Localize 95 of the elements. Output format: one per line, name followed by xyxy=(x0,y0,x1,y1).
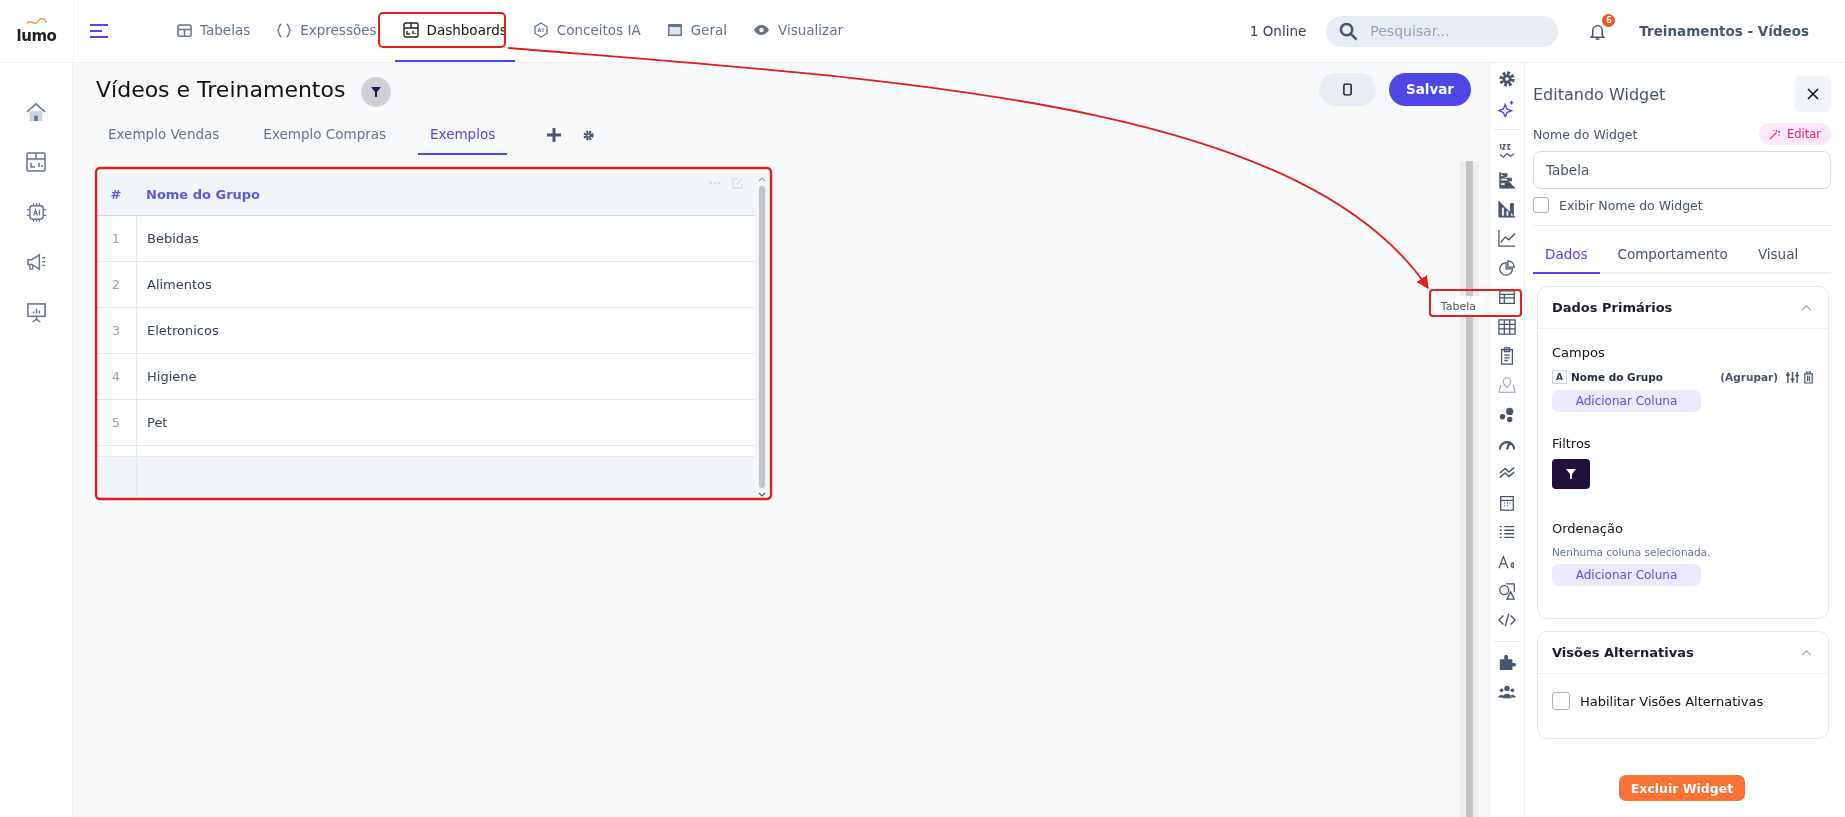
nav-tab[interactable]: Geral xyxy=(658,0,735,62)
table-cell-text: Higiene xyxy=(146,368,198,386)
field-label: Nome do Widget xyxy=(1533,126,1638,142)
funnel-icon xyxy=(371,87,382,97)
table-icon[interactable] xyxy=(1498,288,1516,307)
dashboard-tab[interactable]: Exemplo Vendas xyxy=(96,115,232,155)
section-label: Filtros xyxy=(1552,436,1591,451)
trash-icon[interactable] xyxy=(1803,370,1814,384)
clipboard-icon[interactable] xyxy=(1498,346,1516,365)
bar-chart-icon[interactable] xyxy=(1498,199,1516,218)
table-cell-text: Bebidas xyxy=(146,230,200,248)
input-field[interactable]: Tabela xyxy=(1533,151,1831,189)
magic-wand-icon xyxy=(1768,128,1780,140)
column-header: # xyxy=(109,185,123,204)
panel-tab[interactable]: Comportamento xyxy=(1605,246,1740,274)
delete-widget-button[interactable]: Excluir Widget xyxy=(1618,775,1746,801)
row-number: 4 xyxy=(96,354,137,399)
phone-icon xyxy=(1343,82,1352,96)
close-button[interactable] xyxy=(1795,76,1831,112)
row-number: 5 xyxy=(96,400,137,445)
ai-chip-icon[interactable] xyxy=(25,202,47,223)
section-title: Dados Primários xyxy=(1552,300,1673,315)
dashboard-tab[interactable]: Exemplos xyxy=(418,115,508,155)
row-number: 1 xyxy=(96,216,137,261)
panel-tab[interactable]: Visual xyxy=(1745,246,1811,274)
online-count: 1 Online xyxy=(1249,23,1307,39)
row-number: 2 xyxy=(96,262,137,307)
line-chart-icon[interactable] xyxy=(1498,229,1516,248)
section-title: Visões Alternativas xyxy=(1552,645,1694,660)
presentation-icon[interactable] xyxy=(25,302,47,323)
logo-wave-icon xyxy=(25,17,48,27)
field-mode[interactable]: (Agrupar) xyxy=(1720,371,1778,383)
table-cell-text: Pet xyxy=(146,414,169,432)
edit-button[interactable]: Editar xyxy=(1758,123,1831,145)
section-label: Campos xyxy=(1552,345,1605,360)
nav-tab[interactable]: Expressões xyxy=(268,0,385,62)
field-type-badge: A xyxy=(1552,370,1567,384)
grid-table-icon[interactable] xyxy=(1498,317,1516,336)
filter-button[interactable] xyxy=(361,77,392,107)
table-cell-text: Alimentos xyxy=(146,276,213,294)
panel-title: Editando Widget xyxy=(1533,84,1666,104)
table-icon xyxy=(177,22,192,38)
mobile-view-button[interactable] xyxy=(1319,72,1376,106)
text-icon[interactable] xyxy=(1498,552,1516,571)
nav-tab[interactable]: Visualizar xyxy=(745,0,851,62)
checkbox[interactable] xyxy=(1533,197,1549,213)
nav-tab[interactable]: Dashboards xyxy=(394,0,515,62)
row-number: 3 xyxy=(96,308,137,353)
tooltip: Tabela xyxy=(1432,296,1484,317)
puzzle-icon[interactable] xyxy=(1498,653,1516,672)
close-icon xyxy=(1807,88,1819,100)
empty-message: Nenhuma coluna selecionada. xyxy=(1552,546,1711,558)
pie-chart-icon[interactable] xyxy=(1498,258,1516,277)
settings-icon[interactable] xyxy=(1498,70,1516,88)
panel-tab[interactable]: Dados xyxy=(1533,246,1600,274)
save-button[interactable]: Salvar xyxy=(1389,72,1471,106)
megaphone-icon[interactable] xyxy=(25,253,47,272)
scrollbar[interactable] xyxy=(755,173,769,501)
dashboard-icon xyxy=(402,22,419,38)
braces-icon xyxy=(276,22,293,38)
eye-icon xyxy=(753,24,770,36)
checkbox-label: Habilitar Visões Alternativas xyxy=(1580,693,1764,709)
sliders-icon[interactable] xyxy=(1786,370,1799,384)
bubble-chart-icon[interactable] xyxy=(1498,405,1516,424)
section-label: Ordenação xyxy=(1552,521,1623,536)
logo: lumo xyxy=(16,26,57,45)
settings-icon[interactable] xyxy=(583,129,595,141)
nav-tab[interactable]: Tabelas xyxy=(169,0,259,62)
dashboard-title: Vídeos e Treinamentos xyxy=(96,76,346,102)
sparkle-icon[interactable] xyxy=(1498,99,1516,118)
add-column-button[interactable]: Adicionar Coluna xyxy=(1552,564,1701,586)
workspace-name[interactable]: Treinamentos - Vídeos xyxy=(1639,23,1809,39)
funnel-icon xyxy=(1566,469,1576,479)
field-name: Nome do Grupo xyxy=(1570,371,1665,383)
nav-tab[interactable]: Conceitos IA xyxy=(524,0,649,62)
table-cell-text: Eletronicos xyxy=(146,322,220,340)
column-header: Nome do Grupo xyxy=(145,185,261,204)
menu-icon[interactable] xyxy=(89,23,109,39)
home-icon[interactable] xyxy=(25,102,47,122)
dashboard-icon[interactable] xyxy=(26,152,46,172)
filter-button[interactable] xyxy=(1552,459,1590,489)
add-column-button[interactable]: Adicionar Coluna xyxy=(1552,390,1701,412)
notification-badge: 6 xyxy=(1602,13,1616,27)
number-chart-icon[interactable] xyxy=(1498,141,1516,160)
search-field[interactable]: Pesquisar... xyxy=(1326,15,1559,47)
ai-chip-icon xyxy=(532,22,549,38)
scroll-down-icon[interactable] xyxy=(758,492,766,497)
calendar-icon[interactable] xyxy=(1498,493,1516,512)
window-icon xyxy=(666,22,683,38)
horizontal-bar-chart-icon[interactable] xyxy=(1498,170,1516,189)
dashboard-tab[interactable]: Exemplo Compras xyxy=(251,115,399,155)
shapes-icon[interactable] xyxy=(1498,582,1516,601)
checkbox[interactable] xyxy=(1552,692,1570,710)
add-icon[interactable] xyxy=(547,128,562,142)
checkbox-label: Exibir Nome do Widget xyxy=(1559,197,1703,213)
